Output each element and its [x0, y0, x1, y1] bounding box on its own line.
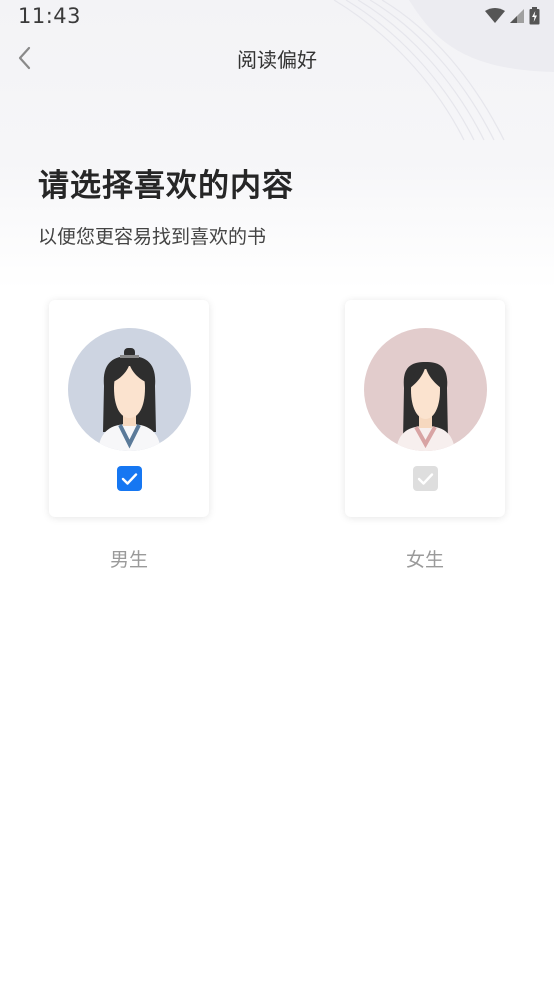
checkmark-icon	[417, 472, 434, 485]
subtitle: 以便您更容易找到喜欢的书	[38, 226, 267, 248]
female-checkbox[interactable]	[413, 466, 438, 491]
female-avatar	[364, 328, 487, 451]
option-label-male: 男生	[109, 549, 148, 571]
page-title: 阅读偏好	[237, 48, 317, 72]
status-bar: 11:43	[0, 0, 554, 34]
option-label-female: 女生	[405, 549, 444, 571]
status-icons	[485, 6, 540, 26]
battery-icon	[529, 7, 540, 25]
headline: 请选择喜欢的内容	[38, 168, 294, 204]
male-checkbox[interactable]	[117, 466, 142, 491]
signal-icon	[510, 9, 524, 23]
checkmark-icon	[121, 472, 138, 485]
male-avatar	[68, 328, 191, 451]
option-card-female[interactable]	[345, 300, 505, 517]
status-time: 11:43	[18, 4, 82, 28]
option-card-male[interactable]	[49, 300, 209, 517]
wifi-icon	[485, 8, 505, 23]
